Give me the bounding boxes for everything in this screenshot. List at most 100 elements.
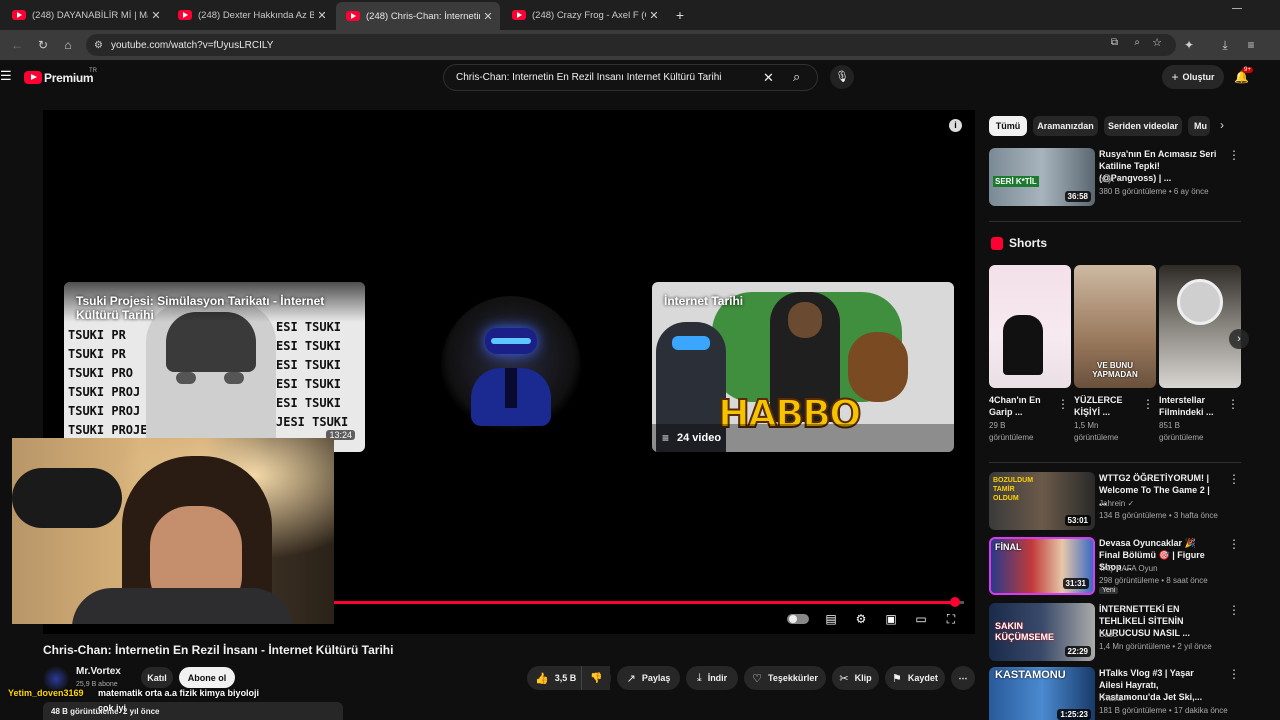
create-button[interactable]: + Oluştur [1162,65,1224,89]
browser-window: (248) DAYANABİLİR Mİ | Madam ✕ (248) Dex… [0,0,1280,720]
channel-line[interactable]: Baso ✓ [1099,629,1229,640]
channel-name[interactable]: Jahrein [1099,499,1125,508]
more-actions-icon[interactable]: ⋯ [951,666,975,690]
theater-mode-icon[interactable]: ▭ [912,611,930,627]
channel-name[interactable]: HTalks [1099,694,1123,703]
endcard-playlist-internet-tarihi[interactable]: HABBO İnternet Tarihi ≡ 24 video [652,282,954,452]
bookmark-star-icon[interactable]: ☆ [1152,36,1162,49]
video-thumbnail[interactable]: FİNAL 31:31 [989,537,1095,595]
minimize-icon[interactable] [1232,8,1242,9]
premium-logo-text[interactable]: Premium [44,71,94,85]
clear-search-icon[interactable]: ✕ [763,70,774,86]
tab-1[interactable]: (248) DAYANABİLİR Mİ | Madam ✕ [2,4,168,26]
join-button[interactable]: Katıl [141,667,173,688]
downloads-icon[interactable]: ⤓ [1216,36,1234,54]
chips-next-chevron-icon[interactable]: › [1220,118,1224,132]
fullscreen-icon[interactable]: ⛶ [942,611,960,627]
more-options-icon[interactable]: ⋮ [1227,397,1239,411]
reload-icon[interactable]: ↻ [34,36,52,54]
short-item[interactable]: 4Chan'ın En Garip ... 29 B görüntüleme ⋮ [989,265,1071,444]
more-options-icon[interactable]: ⋮ [1228,148,1240,162]
short-item[interactable]: VE BUNU YAPMADAN YÜZLERCE KİŞİYİ ... 1,5… [1074,265,1156,444]
subscribe-button[interactable]: Abone ol [179,667,235,688]
reading-list-icon[interactable]: ≡ [1242,36,1260,54]
omnibox[interactable]: ⚙ youtube.com/watch?v=fUyusLRCILY ⧉ ⌕ ☆ [86,34,1176,56]
close-tab-icon[interactable]: ✕ [148,9,164,22]
short-thumbnail[interactable]: VE BUNU YAPMADAN [1074,265,1156,388]
video-thumbnail[interactable]: KASTAMONU 1:25:23 [989,667,1095,720]
zoom-icon[interactable]: ⌕ [1134,37,1140,48]
endcard-channel-avatar[interactable] [441,296,581,436]
subtitles-icon[interactable]: ▤ [822,611,840,627]
recommended-video[interactable]: BOZULDUM TAMİR OLDUM 53:01 WTTG2 ÖĞRETİY… [989,472,1244,530]
more-options-icon[interactable]: ⋮ [1228,472,1240,486]
new-tab-button[interactable]: + [672,6,688,24]
thanks-button[interactable]: ♡ Teşekkürler [744,666,826,690]
tab-2[interactable]: (248) Dexter Hakkında Az Bilinen ✕ [168,4,334,26]
short-thumbnail[interactable] [989,265,1071,388]
youtube-logo-icon[interactable] [24,71,42,84]
download-button[interactable]: ⤓ İndir [686,666,738,690]
channel-name[interactable]: Mr.Vortex [76,666,121,677]
clip-button[interactable]: ✂ Klip [832,666,879,690]
more-options-icon[interactable]: ⋮ [1142,397,1154,411]
info-icon[interactable]: i [949,119,962,132]
progress-track[interactable] [334,597,964,607]
autoplay-toggle[interactable] [787,614,809,624]
short-views: 29 B görüntüleme [989,420,1071,444]
chip-music[interactable]: Mu [1188,116,1210,136]
video-thumbnail[interactable]: BOZULDUM TAMİR OLDUM 53:01 [989,472,1095,530]
cast-icon[interactable]: ⧉ [1111,37,1118,48]
endcard-pattern-right: ESI TSUKI ESI TSUKI ESI TSUKI ESI TSUKI … [276,318,348,432]
recommended-video[interactable]: FİNAL 31:31 Devasa Oyuncaklar 🎉 Final Bö… [989,537,1244,595]
search-input[interactable]: Chris-Chan: İnternetin En Rezil İnsanı İ… [456,72,756,83]
shorts-next-chevron-icon[interactable]: › [1229,329,1249,349]
channel-name[interactable]: TAŞ KAFA Oyun [1099,563,1229,574]
share-button[interactable]: ↗ Paylaş [617,666,680,690]
short-item[interactable]: Interstellar Filmindeki ... 851 B görüntü… [1159,265,1241,444]
video-thumbnail[interactable]: SAKIN KÜÇÜMSEME 22:29 [989,603,1095,661]
tab-3-active[interactable]: (248) Chris-Chan: İnternetin En ✕ [336,2,500,30]
miniplayer-icon[interactable]: ▣ [882,611,900,627]
more-options-icon[interactable]: ⋮ [1057,397,1069,411]
channel-name[interactable]: cFyt [1099,175,1114,184]
url-text[interactable]: youtube.com/watch?v=fUyusLRCILY [111,40,273,51]
close-tab-icon[interactable]: ✕ [480,10,496,23]
back-arrow-icon[interactable]: ← [8,36,26,54]
recommended-video[interactable]: KASTAMONU 1:25:23 HTalks Vlog #3 | Yaşar… [989,667,1244,720]
site-info-icon[interactable]: ⚙ [94,40,103,51]
extensions-icon[interactable]: ✦ [1180,36,1198,54]
channel-line[interactable]: Jahrein ✓ [1099,498,1229,509]
settings-gear-icon[interactable]: ⚙ [852,611,870,627]
channel-line[interactable]: cFyt ✓ [1099,174,1229,185]
save-button[interactable]: ⚑ Kaydet [885,666,945,690]
close-tab-icon[interactable]: ✕ [314,9,330,22]
more-options-icon[interactable]: ⋮ [1228,667,1240,681]
video-duration: 22:29 [1064,646,1091,657]
recommended-video[interactable]: SERİ K*TİL 36:58 Rusya'nın En Acımasız S… [989,148,1244,206]
menu-icon[interactable]: ☰ [0,68,12,84]
dislike-button[interactable]: 👎 [581,666,611,690]
progress-scrubber[interactable] [949,597,960,607]
chip-from-series[interactable]: Seriden videolar [1104,116,1182,136]
tab-4[interactable]: (248) Crazy Frog - Axel F (Official ✕ [502,4,666,26]
short-thumbnail[interactable] [1159,265,1241,388]
short-title[interactable]: YÜZLERCE KİŞİYİ ... [1074,394,1144,418]
channel-name[interactable]: Baso [1099,630,1117,639]
figure-silhouette [1003,315,1043,375]
short-title[interactable]: Interstellar Filmindeki ... [1159,394,1229,418]
voice-search-icon[interactable]: 🎙 [830,65,854,89]
close-tab-icon[interactable]: ✕ [646,9,662,22]
short-title[interactable]: 4Chan'ın En Garip ... [989,394,1059,418]
search-box[interactable]: Chris-Chan: İnternetin En Rezil İnsanı İ… [443,64,818,91]
channel-line[interactable]: HTalks ✓ [1099,693,1229,704]
endcard-video-tsuki[interactable]: TSUKI PR TSUKI PR TSUKI PRO TSUKI PROJ T… [64,282,365,452]
recommended-video[interactable]: SAKIN KÜÇÜMSEME 22:29 İNTERNETTEKİ EN TE… [989,603,1244,661]
more-options-icon[interactable]: ⋮ [1228,537,1240,551]
chip-from-search[interactable]: Aramanızdan [1033,116,1098,136]
more-options-icon[interactable]: ⋮ [1228,603,1240,617]
home-icon[interactable]: ⌂ [59,36,77,54]
chip-all[interactable]: Tümü [989,116,1027,136]
video-thumbnail[interactable]: SERİ K*TİL 36:58 [989,148,1095,206]
search-icon[interactable]: ⌕ [793,69,800,85]
